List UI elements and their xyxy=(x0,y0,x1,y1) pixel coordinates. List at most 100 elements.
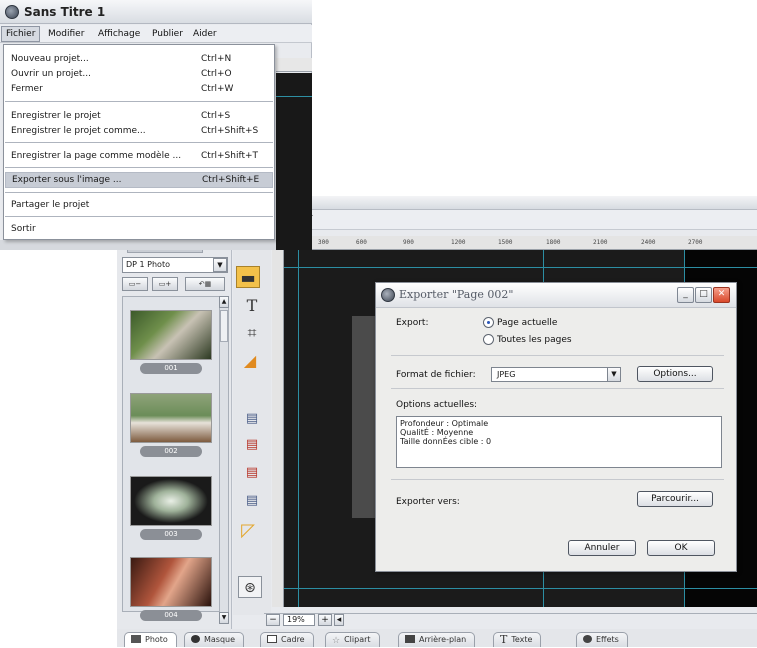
photo-thumbnail[interactable]: 003 xyxy=(128,476,214,542)
zoom-in-button[interactable]: + xyxy=(318,614,332,626)
scroll-up-icon[interactable]: ▲ xyxy=(219,296,229,308)
tab-text[interactable]: T Texte xyxy=(493,632,542,647)
menu-item-open-project[interactable]: Ouvrir un projet... Ctrl+O xyxy=(5,67,273,81)
tab-label: Texte xyxy=(511,635,533,644)
effects-icon xyxy=(583,635,592,643)
layer-down-icon[interactable]: ▤ xyxy=(240,462,264,484)
remove-folder-button[interactable]: ▭− xyxy=(122,277,148,291)
photo-list-scrollbar[interactable] xyxy=(219,296,229,614)
menu-separator xyxy=(5,216,273,217)
ruler-tick: 1800 xyxy=(546,239,561,246)
menu-publier[interactable]: Publier xyxy=(148,26,187,42)
browse-button[interactable]: Parcourir... xyxy=(637,491,713,507)
photo-label: 002 xyxy=(140,446,202,457)
photo-image xyxy=(130,310,212,360)
tab-effects[interactable]: Effets xyxy=(576,632,628,647)
menu-item-shortcut: Ctrl+Shift+T xyxy=(201,151,259,161)
menu-item-label: Nouveau projet... xyxy=(11,54,89,64)
export-label: Export: xyxy=(396,318,429,328)
app-ruler xyxy=(276,58,312,72)
add-folder-button[interactable]: ▭+ xyxy=(152,277,178,291)
menu-item-share[interactable]: Partager le projet xyxy=(5,198,273,212)
radio-current-page-label[interactable]: Page actuelle xyxy=(497,318,557,328)
app-logo-icon xyxy=(381,288,395,302)
mask-icon xyxy=(191,635,200,643)
image-tool-icon[interactable]: ▬ xyxy=(236,266,260,288)
ok-button[interactable]: OK xyxy=(647,540,715,556)
chevron-down-icon[interactable]: ▼ xyxy=(213,258,227,272)
scroll-down-icon[interactable]: ▼ xyxy=(219,612,229,624)
photo-image xyxy=(130,476,212,526)
frame-icon xyxy=(267,635,277,643)
radio-all-pages-label[interactable]: Toutes les pages xyxy=(497,335,572,345)
photo-thumbnail[interactable]: 002 xyxy=(128,393,214,459)
menu-item-close[interactable]: Fermer Ctrl+W xyxy=(5,82,273,96)
app-logo-icon xyxy=(5,5,19,19)
star-icon: ☆ xyxy=(332,636,341,646)
zoom-out-button[interactable]: − xyxy=(266,614,280,626)
layer-icon[interactable]: ▤ xyxy=(240,408,264,430)
menu-item-export-image[interactable]: Exporter sous l'image ... Ctrl+Shift+E xyxy=(5,172,273,188)
cancel-button[interactable]: Annuler xyxy=(568,540,636,556)
tab-clipart[interactable]: ☆ Clipart xyxy=(325,632,380,647)
ruler-tick: 600 xyxy=(356,239,367,246)
tab-photo[interactable]: Photo xyxy=(124,632,177,647)
radio-current-page[interactable] xyxy=(483,317,494,328)
text-tool-icon[interactable]: T xyxy=(240,295,264,317)
navigator-icon[interactable]: ⊛ xyxy=(238,576,262,598)
photo-label: 004 xyxy=(140,610,202,621)
menu-item-label: Enregistrer le projet comme... xyxy=(11,126,146,136)
tab-mask[interactable]: Masque xyxy=(184,632,245,647)
ruler-tick: 1200 xyxy=(451,239,466,246)
radio-all-pages[interactable] xyxy=(483,334,494,345)
menu-fichier[interactable]: Fichier xyxy=(1,26,41,42)
menu-item-save-as[interactable]: Enregistrer le projet comme... Ctrl+Shift… xyxy=(5,124,273,138)
menu-item-save[interactable]: Enregistrer le projet Ctrl+S xyxy=(5,109,273,123)
app-canvas xyxy=(276,73,312,250)
guide-line-horizontal[interactable] xyxy=(284,588,757,589)
zoom-level-field[interactable]: 19% xyxy=(283,614,315,626)
photo-thumbnail[interactable]: 001 xyxy=(128,310,214,376)
corner-frame-icon[interactable]: ◸ xyxy=(236,520,260,542)
tab-background[interactable]: Arrière-plan xyxy=(398,632,476,647)
app-panel-strip xyxy=(0,240,276,250)
maximize-icon[interactable]: □ xyxy=(695,287,712,303)
menu-item-shortcut: Ctrl+S xyxy=(201,111,231,121)
menu-item-exit[interactable]: Sortir xyxy=(5,222,273,236)
layer-back-icon[interactable]: ▤ xyxy=(240,490,264,512)
close-icon[interactable]: ✕ xyxy=(713,287,730,303)
menu-modifier[interactable]: Modifier xyxy=(44,26,88,42)
photo-image xyxy=(130,393,212,443)
guide-line-horizontal[interactable] xyxy=(284,267,757,268)
menu-item-save-template[interactable]: Enregistrer la page comme modèle ... Ctrl… xyxy=(5,149,273,163)
menu-aider[interactable]: Aider xyxy=(189,26,221,42)
menu-item-shortcut: Ctrl+Shift+E xyxy=(202,175,260,185)
view-toggle-button[interactable]: ↶▦ xyxy=(185,277,225,291)
menu-item-shortcut: Ctrl+O xyxy=(201,69,232,79)
tab-frame[interactable]: Cadre xyxy=(260,632,314,647)
options-button[interactable]: Options... xyxy=(637,366,713,382)
format-select[interactable]: JPEG xyxy=(491,367,621,382)
minimize-icon[interactable]: _ xyxy=(677,287,694,303)
window-title: Sans Titre 1 xyxy=(24,5,106,19)
menu-item-shortcut: Ctrl+Shift+S xyxy=(201,126,259,136)
tab-label: Effets xyxy=(596,635,619,644)
dialog-separator xyxy=(391,355,724,356)
layer-up-icon[interactable]: ▤ xyxy=(240,434,264,456)
menu-item-new-project[interactable]: Nouveau projet... Ctrl+N xyxy=(5,52,273,66)
tab-label: Arrière-plan xyxy=(419,635,467,644)
chevron-down-icon[interactable]: ▼ xyxy=(607,368,620,381)
scrollbar-thumb[interactable] xyxy=(220,310,228,342)
editor-menubar xyxy=(275,210,757,230)
menu-affichage[interactable]: Affichage xyxy=(94,26,144,42)
menu-item-label: Enregistrer le projet xyxy=(11,111,101,121)
photo-icon xyxy=(131,635,141,643)
option-line: QualitÉ : Moyenne xyxy=(400,428,474,437)
scroll-left-icon[interactable]: ◂ xyxy=(334,614,344,626)
pencil-tool-icon[interactable]: ◢ xyxy=(238,350,262,372)
crop-tool-icon[interactable]: ⌗ xyxy=(240,322,264,344)
tab-label: Photo xyxy=(145,635,168,644)
photo-thumbnail[interactable]: 004 xyxy=(128,557,214,623)
guide-line-vertical[interactable] xyxy=(298,250,299,607)
text-icon: T xyxy=(500,633,508,646)
